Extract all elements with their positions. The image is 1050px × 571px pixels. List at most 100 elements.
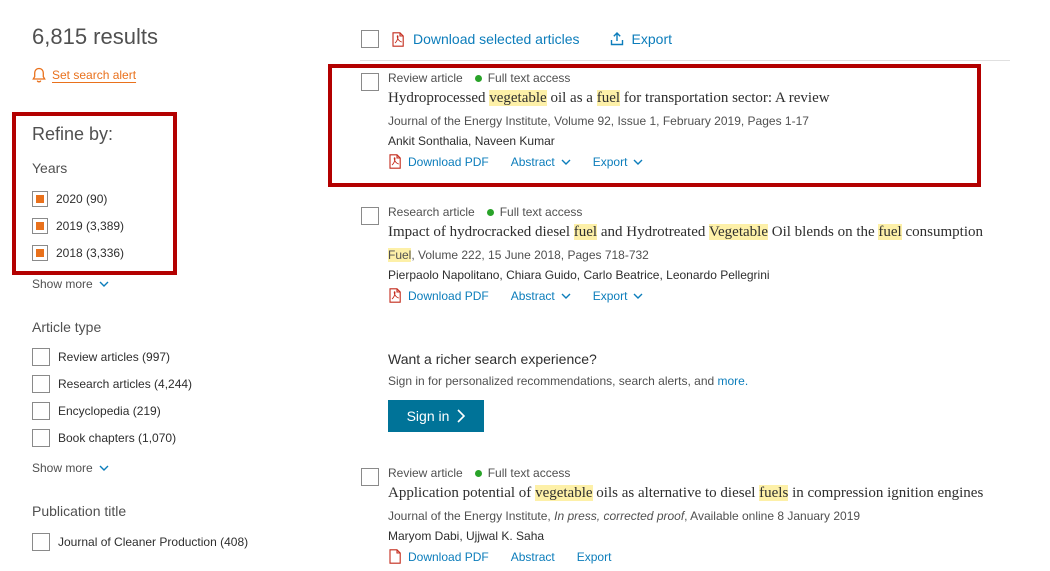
facet-option-research-articles[interactable]: Research articles (4,244) xyxy=(32,375,192,393)
source-status: In press, corrected proof xyxy=(554,509,685,523)
show-more-years-button[interactable]: Show more xyxy=(32,277,109,291)
download-pdf-button[interactable]: Download PDF xyxy=(388,154,489,169)
export-citation-toggle[interactable]: Export xyxy=(593,289,644,303)
abstract-label: Abstract xyxy=(510,549,555,564)
set-search-alert-label: Set search alert xyxy=(52,68,137,82)
export-label: Export xyxy=(592,288,628,303)
title-text: Hydroprocessed xyxy=(388,90,490,106)
sign-in-button[interactable]: Sign in xyxy=(388,400,484,432)
export-label: Export xyxy=(576,549,612,564)
facet-option-label: Encyclopedia (219) xyxy=(58,404,161,418)
promo-more-link[interactable]: more. xyxy=(718,374,749,388)
results-count: 6,815 results xyxy=(32,24,158,49)
article-meta: Review article Full text access xyxy=(388,466,570,480)
article-title-link[interactable]: Application potential of vegetable oils … xyxy=(388,485,1011,502)
article-actions: Download PDF Abstract Export xyxy=(388,288,643,303)
chevron-right-icon xyxy=(457,409,466,423)
access-label: Full text access xyxy=(487,466,571,480)
toolbar-divider xyxy=(360,60,1010,61)
facet-option-encyclopedia[interactable]: Encyclopedia (219) xyxy=(32,402,161,420)
title-term: fuel xyxy=(573,224,598,240)
facet-option-book-chapters[interactable]: Book chapters (1,070) xyxy=(32,429,176,447)
select-all-checkbox[interactable] xyxy=(361,30,379,48)
export-label: Export xyxy=(592,154,628,169)
checkbox[interactable] xyxy=(32,191,48,207)
article-authors: Ankit Sonthalia, Naveen Kumar xyxy=(388,134,555,148)
chevron-down-icon xyxy=(561,159,571,165)
article-actions: Download PDF Abstract Export xyxy=(388,549,611,564)
facet-option-label: Journal of Cleaner Production (408) xyxy=(58,535,249,549)
result-item: Review article Full text access Applicat… xyxy=(361,466,1011,571)
chevron-down-icon xyxy=(561,293,571,299)
article-authors: Pierpaolo Napolitano, Chiara Guido, Carl… xyxy=(388,268,770,282)
title-text: for transportation sector: A review xyxy=(620,90,830,106)
title-term: fuel xyxy=(878,224,902,240)
chevron-down-icon xyxy=(633,159,643,165)
checkbox[interactable] xyxy=(32,402,50,420)
facet-option-journal-of-cleaner-production[interactable]: Journal of Cleaner Production (408) xyxy=(32,533,248,551)
result-checkbox[interactable] xyxy=(361,73,379,91)
download-selected-label: Download selected articles xyxy=(413,31,580,47)
article-title-link[interactable]: Hydroprocessed vegetable oil as a fuel f… xyxy=(388,90,1011,107)
title-text: consumption xyxy=(901,224,983,240)
pdf-icon xyxy=(389,288,401,303)
checkbox[interactable] xyxy=(32,348,50,366)
title-text: Impact of hydrocracked diesel xyxy=(388,224,574,240)
export-button[interactable]: Export xyxy=(610,31,672,47)
sign-in-label: Sign in xyxy=(406,408,450,424)
article-title-link[interactable]: Impact of hydrocracked diesel fuel and H… xyxy=(388,224,1011,241)
checkbox[interactable] xyxy=(32,429,50,447)
facet-option-label: 2018 (3,336) xyxy=(56,246,125,260)
export-icon xyxy=(610,32,623,46)
access-label: Full text access xyxy=(499,205,583,219)
access-dot-icon xyxy=(474,469,482,477)
abstract-toggle[interactable]: Abstract xyxy=(511,289,571,303)
article-source: Fuel, Volume 222, 15 June 2018, Pages 71… xyxy=(388,248,1011,262)
article-source: Journal of the Energy Institute, Volume … xyxy=(388,114,809,128)
title-text: oil as a xyxy=(546,90,597,106)
facet-option-year-2019[interactable]: 2019 (3,389) xyxy=(32,218,124,234)
pdf-icon xyxy=(392,31,404,47)
article-type: Review article xyxy=(388,466,463,480)
export-citation-toggle[interactable]: Export xyxy=(593,155,644,169)
article-authors: Maryom Dabi, Ujjwal K. Saha xyxy=(388,529,545,543)
article-meta: Research article Full text access xyxy=(388,205,582,219)
title-term: Vegetable xyxy=(708,224,768,240)
result-checkbox[interactable] xyxy=(361,468,379,486)
facet-option-label: 2020 (90) xyxy=(56,192,108,206)
bell-icon xyxy=(32,67,46,83)
title-text: and Hydrotreated xyxy=(597,224,709,240)
abstract-toggle[interactable]: Abstract xyxy=(511,550,555,564)
checkbox[interactable] xyxy=(32,218,48,234)
show-more-label: Show more xyxy=(32,461,93,475)
download-pdf-button[interactable]: Download PDF xyxy=(388,549,489,564)
chevron-down-icon xyxy=(99,465,109,471)
export-citation-toggle[interactable]: Export xyxy=(577,550,612,564)
download-selected-button[interactable]: Download selected articles xyxy=(391,31,580,47)
facet-option-year-2018[interactable]: 2018 (3,336) xyxy=(32,245,124,261)
checkbox[interactable] xyxy=(32,375,50,393)
checkbox[interactable] xyxy=(32,533,50,551)
article-actions: Download PDF Abstract Export xyxy=(388,154,643,169)
set-search-alert-link[interactable]: Set search alert xyxy=(32,67,136,83)
chevron-down-icon xyxy=(633,293,643,299)
chevron-down-icon xyxy=(99,281,109,287)
abstract-toggle[interactable]: Abstract xyxy=(511,155,571,169)
result-checkbox[interactable] xyxy=(361,207,379,225)
download-pdf-label: Download PDF xyxy=(408,549,489,564)
download-pdf-label: Download PDF xyxy=(408,288,489,303)
title-term: vegetable xyxy=(489,90,547,106)
article-type: Review article xyxy=(388,71,463,85)
checkbox[interactable] xyxy=(32,245,48,261)
facet-option-review-articles[interactable]: Review articles (997) xyxy=(32,348,170,366)
article-meta: Review article Full text access xyxy=(388,71,570,85)
facet-heading-article-type: Article type xyxy=(32,319,102,335)
facet-option-year-2020[interactable]: 2020 (90) xyxy=(32,191,107,207)
facet-heading-years: Years xyxy=(32,160,68,176)
title-text: Application potential of xyxy=(388,485,536,501)
title-term: fuels xyxy=(759,485,789,501)
show-more-article-type-button[interactable]: Show more xyxy=(32,461,109,475)
download-pdf-button[interactable]: Download PDF xyxy=(388,288,489,303)
export-label: Export xyxy=(631,31,672,47)
title-text: in compression ignition engines xyxy=(788,485,984,501)
